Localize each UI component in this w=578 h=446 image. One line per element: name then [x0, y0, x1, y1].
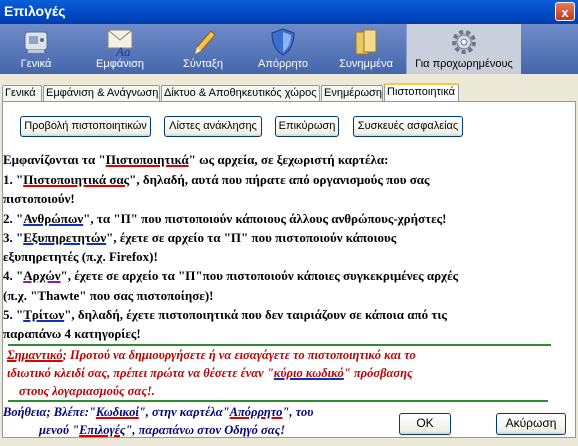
item-3-number: 3. " [3, 230, 24, 245]
toolbar-label: Συνημμένα [339, 58, 393, 70]
help-line-1: Βοήθεια; Βλέπε:"Κωδικοί", στην καρτέλα"Α… [3, 403, 413, 421]
divider-line [8, 400, 548, 402]
intro-line: Εμφανίζονται τα "Πιστοποιητικά" ως αρχεί… [3, 152, 388, 168]
note-line-3: στους λογαριασμούς σας!. [7, 382, 567, 400]
tab-update[interactable]: Ενημέρωση [321, 85, 383, 101]
intro-text: Εμφανίζονται τα " [3, 152, 106, 167]
help-options-term: Επιλογές [79, 423, 126, 437]
item-5-text: ", δηλαδή, έχετε πιστοποιητικά που δεν τ… [64, 307, 447, 322]
help-text: ", παραπάνω στον Οδηγό σας! [125, 423, 286, 437]
toolbar-label: Για προχωρημένους [415, 58, 513, 70]
tab-general[interactable]: Γενικά [2, 85, 42, 101]
item-4-number: 4. " [3, 268, 24, 283]
note-text: ; Προτού να δημιουργήσετε ή να εισαγάγετ… [62, 348, 416, 362]
tab-certificates[interactable]: Πιστοποιητικά [384, 83, 459, 102]
note-line-2: ιδιωτικό κλειδί σας, πρέπει πρώτα να θέσ… [7, 364, 567, 382]
revocation-lists-button[interactable]: Λίστες ανάκλησης [164, 116, 262, 137]
item-1-number: 1. " [3, 172, 24, 187]
cancel-button[interactable]: Ακύρωση [496, 413, 566, 435]
item-3-line-2: εξυπηρετητές (π.χ. Firefox)! [3, 249, 158, 264]
toolbar-attachments[interactable]: Συνημμένα [330, 24, 402, 74]
item-5-line-2: παραπάνω 4 κατηγορίες! [3, 326, 141, 341]
security-devices-button[interactable]: Συσκευές ασφαλείας [353, 116, 463, 137]
item-4-term: Αρχών [23, 268, 61, 283]
item-1-term: Πιστοποιητικά σας [23, 172, 130, 187]
item-4-line-2: (π.χ. "Thawte" που σας πιστοποίησε)! [3, 288, 214, 303]
item-3-text: ", έχετε σε αρχείο τα "Π" που πιστοποιού… [106, 230, 397, 245]
intro-text-end: " ως αρχεία, σε ξεχωριστή καρτέλα: [188, 152, 389, 167]
item-5-term: Τρίτων [23, 307, 65, 322]
note-line-1: Σημαντικό; Προτού να δημιουργήσετε ή να … [7, 346, 567, 364]
item-1-text: ", δηλαδή, αυτά που πήρατε από οργανισμο… [129, 172, 430, 187]
item-4-text: ", έχετε σε αρχείο τα "Π"που πιστοποιούν… [60, 268, 459, 283]
item-2-text: ", τα "Π" που πιστοποιούν κάποιους άλλου… [83, 211, 447, 226]
svg-text:Aa: Aa [115, 44, 131, 58]
intro-certificates-term: Πιστοποιητικά [105, 152, 189, 167]
help-note: Βοήθεια; Βλέπε:"Κωδικοί", στην καρτέλα"Α… [3, 403, 413, 439]
help-text: ", του [282, 405, 314, 419]
note-text: στους λογαριασμούς σας!. [19, 384, 155, 398]
item-5-line: 5. "Τρίτων", δηλαδή, έχετε πιστοποιητικά… [3, 307, 447, 323]
folder-icon [355, 29, 377, 55]
ok-button[interactable]: OK [399, 413, 451, 435]
shield-icon [271, 28, 295, 56]
item-2-line: 2. "Ανθρώπων", τα "Π" που πιστοποιούν κά… [3, 211, 446, 227]
title-bar: Επιλογές x [0, 0, 578, 24]
options-toolbar: Γενικά Aa Εμφάνιση Σύνταξη Απόρρητο Συνη… [0, 24, 578, 74]
item-2-number: 2. " [3, 211, 24, 226]
pen-icon [194, 30, 216, 55]
toolbar-advanced[interactable]: Για προχωρημένους [406, 24, 521, 74]
item-3-term: Εξυπηρετητών [23, 230, 107, 245]
validation-button[interactable]: Επικύρωση [275, 116, 339, 137]
important-note: Σημαντικό; Προτού να δημιουργήσετε ή να … [7, 346, 567, 400]
toolbar-label: Σύνταξη [183, 58, 223, 70]
help-line-2: μενού "Επιλογές", παραπάνω στον Οδηγό σα… [3, 421, 413, 439]
item-3-line: 3. "Εξυπηρετητών", έχετε σε αρχείο τα "Π… [3, 230, 396, 246]
note-master-password-term: κύριο κωδικό [273, 366, 344, 380]
note-label: Σημαντικό [7, 348, 63, 362]
toolbar-label: Εμφάνιση [95, 58, 145, 70]
note-text: ιδιωτικό κλειδί σας, πρέπει πρώτα να θέσ… [7, 366, 274, 380]
toolbar-label: Απόρρητο [258, 58, 308, 70]
help-text: ", στην καρτέλα" [138, 405, 230, 419]
toolbar-appearance[interactable]: Aa Εμφάνιση [84, 24, 156, 74]
item-5-number: 5. " [3, 307, 24, 322]
item-1-line: 1. "Πιστοποιητικά σας", δηλαδή, αυτά που… [3, 172, 430, 188]
toolbar-compose[interactable]: Σύνταξη [167, 24, 239, 74]
window-title: Επιλογές [4, 3, 66, 19]
font-icon: Aa [107, 29, 133, 58]
help-privacy-term: Απόρρητο [229, 405, 283, 419]
toolbar-general[interactable]: Γενικά [0, 24, 72, 74]
help-text: μενού " [39, 423, 80, 437]
gear-icon [452, 30, 476, 54]
toolbar-privacy[interactable]: Απόρρητο [247, 24, 319, 74]
close-button[interactable]: x [555, 2, 575, 21]
view-certificates-button[interactable]: Προβολή πιστοποιητικών [20, 116, 151, 137]
tab-display-reading[interactable]: Εμφάνιση & Ανάγνωση [43, 85, 160, 101]
item-2-term: Ανθρώπων [23, 211, 84, 226]
help-text: Βοήθεια; Βλέπε:" [3, 405, 96, 419]
item-4-line: 4. "Αρχών", έχετε σε αρχείο τα "Π"που πι… [3, 268, 458, 284]
item-1-line-2: πιστοποιούν! [3, 191, 75, 206]
toolbar-label: Γενικά [20, 58, 52, 70]
help-passwords-term: Κωδικοί [95, 405, 139, 419]
general-icon [24, 31, 48, 53]
tab-network-storage[interactable]: Δίκτυο & Αποθηκευτικός χώρος [161, 85, 320, 101]
note-text: " πρόσβασης [343, 366, 413, 380]
